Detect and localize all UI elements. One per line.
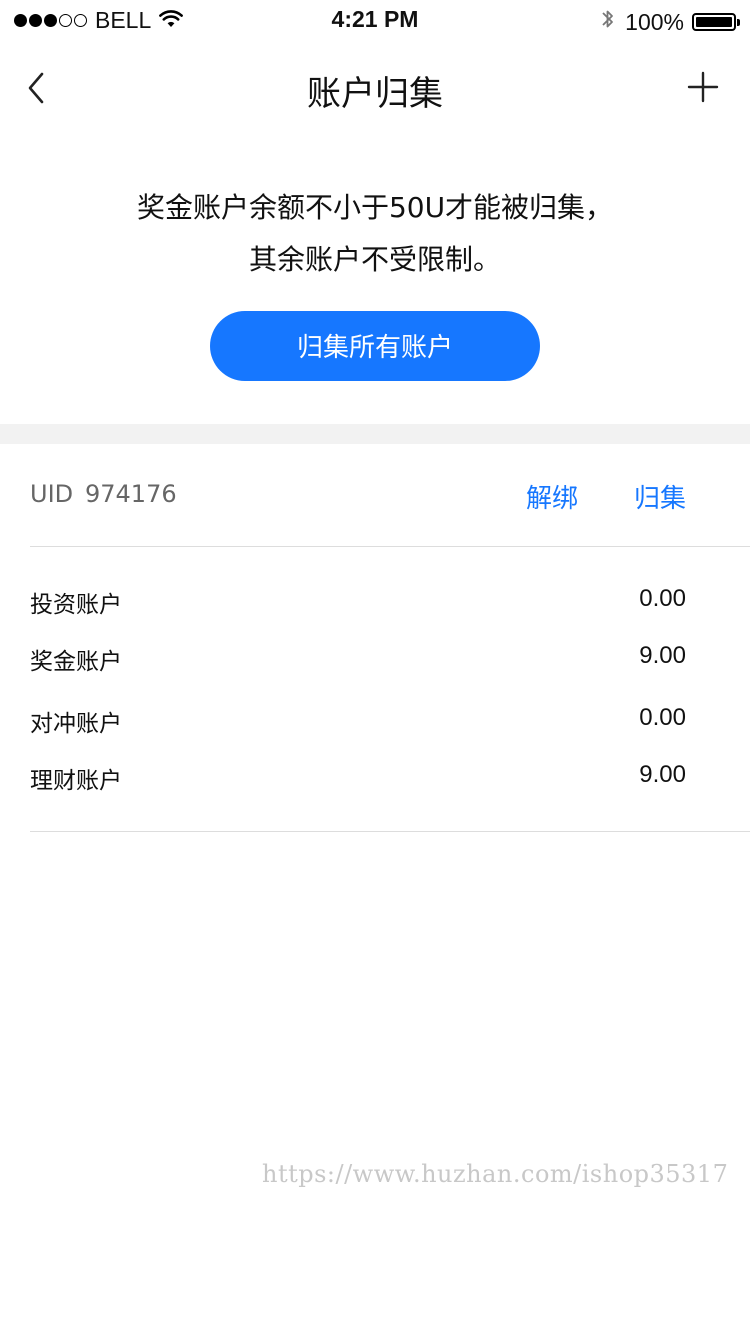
divider xyxy=(30,831,750,832)
balance-row-hedge: 对冲账户 0.00 xyxy=(30,704,686,738)
balance-row-wealth: 理财账户 9.00 xyxy=(30,761,686,795)
balance-row-investment: 投资账户 0.00 xyxy=(30,585,686,619)
balance-value: 9.00 xyxy=(639,761,686,788)
uid-value: 974176 xyxy=(85,480,177,508)
balance-label: 奖金账户 xyxy=(30,649,122,675)
uid-label: UID xyxy=(30,480,74,508)
collect-all-accounts-button[interactable]: 归集所有账户 xyxy=(210,311,540,381)
section-divider xyxy=(0,424,750,444)
balance-label: 投资账户 xyxy=(30,592,122,618)
balance-label: 理财账户 xyxy=(30,768,122,794)
battery-icon xyxy=(692,13,740,31)
status-bar: BELL 4:21 PM 100% xyxy=(0,0,750,40)
collection-notice: 奖金账户余额不小于50U才能被归集， 其余账户不受限制。 xyxy=(0,182,750,286)
notice-line-1: 奖金账户余额不小于50U才能被归集， xyxy=(136,191,614,224)
status-right: 100% xyxy=(601,7,740,37)
balance-row-bonus: 奖金账户 9.00 xyxy=(30,642,686,676)
nav-bar: 账户归集 xyxy=(0,40,750,136)
balance-value: 9.00 xyxy=(639,642,686,669)
add-account-button[interactable] xyxy=(686,70,720,104)
balance-value: 0.00 xyxy=(639,704,686,731)
account-header: UID 974176 解绑 归集 xyxy=(30,478,750,514)
balance-value: 0.00 xyxy=(639,585,686,612)
plus-icon xyxy=(687,71,719,103)
balance-label: 对冲账户 xyxy=(30,711,122,737)
collect-button[interactable]: 归集 xyxy=(634,478,686,515)
notice-line-2: 其余账户不受限制。 xyxy=(248,243,501,276)
page-title: 账户归集 xyxy=(307,74,443,114)
battery-percent: 100% xyxy=(625,8,684,35)
watermark: https://www.huzhan.com/ishop35317 xyxy=(262,1160,729,1188)
unbind-button[interactable]: 解绑 xyxy=(526,478,578,515)
bluetooth-icon xyxy=(601,7,615,37)
divider xyxy=(30,546,750,547)
